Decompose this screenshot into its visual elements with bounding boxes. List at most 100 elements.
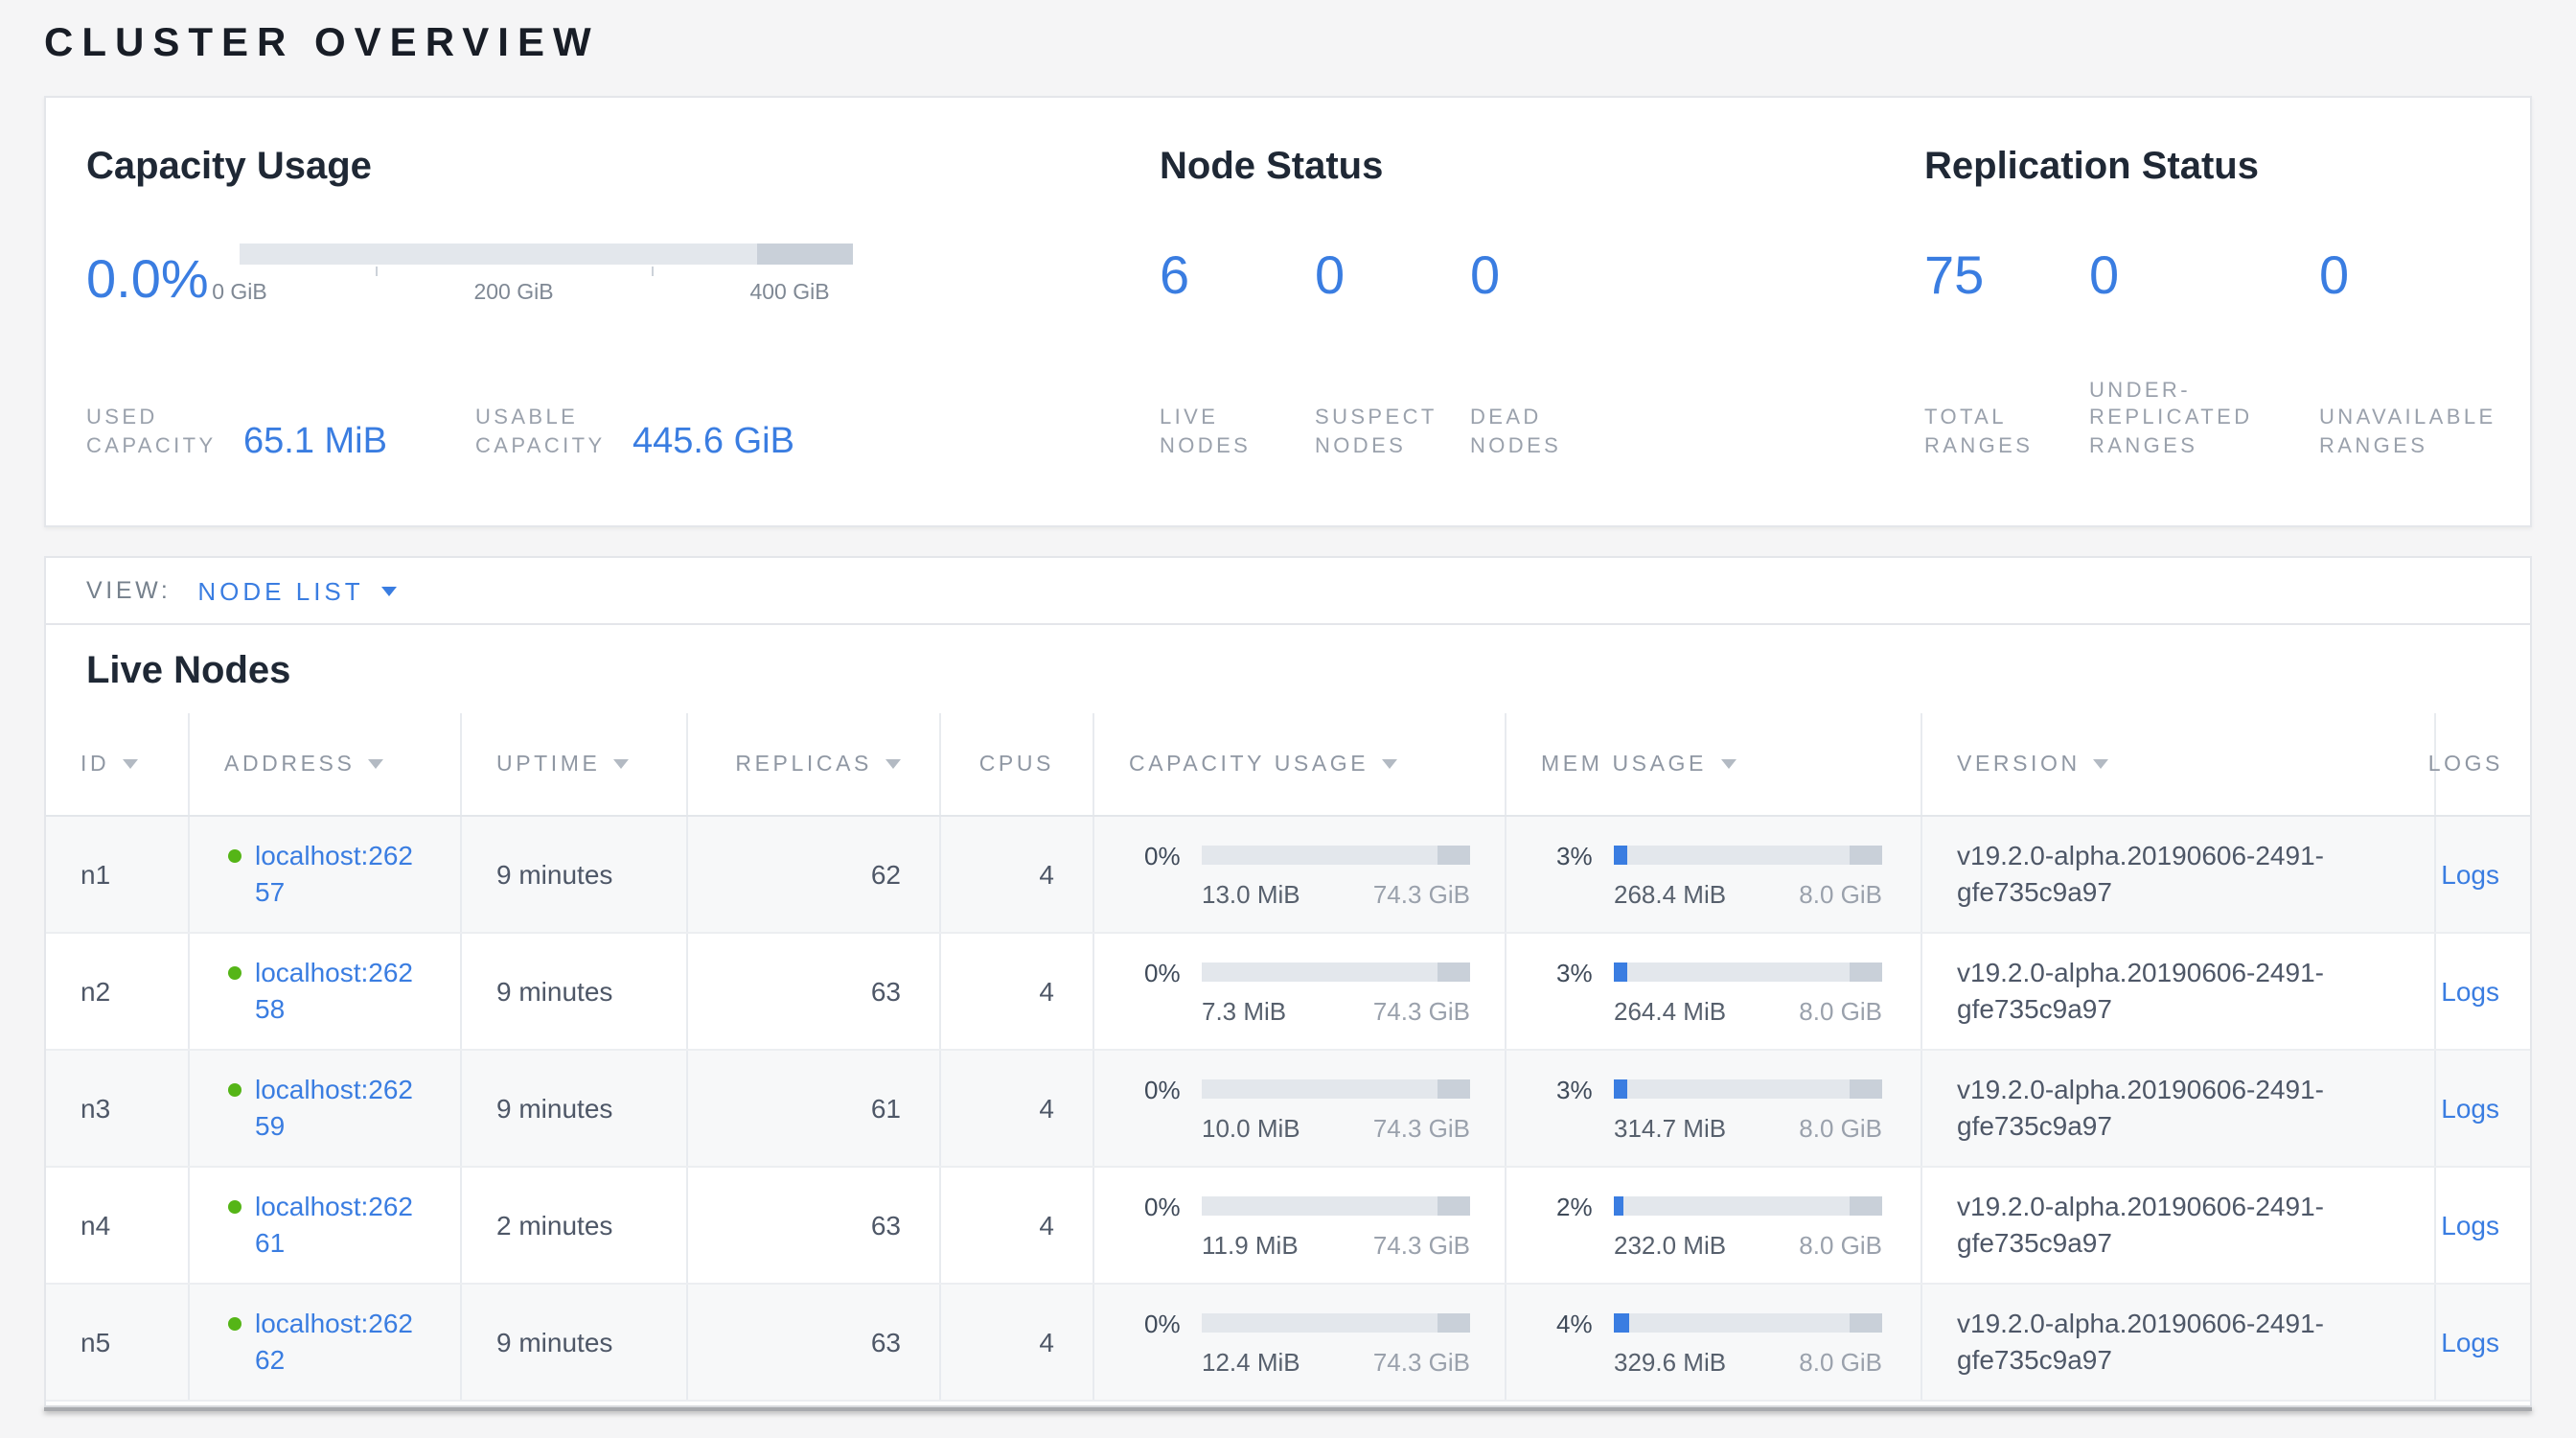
node-address-link[interactable]: localhost:26258 bbox=[255, 954, 427, 1029]
node-logs-cell: Logs bbox=[2436, 1051, 2530, 1166]
memory-meter-reserved bbox=[1850, 1313, 1882, 1333]
memory-meter-fill bbox=[1614, 846, 1626, 865]
node-uptime-cell: 2 minutes bbox=[462, 1168, 688, 1283]
logs-link[interactable]: Logs bbox=[2441, 1327, 2499, 1357]
node-address-link[interactable]: localhost:26259 bbox=[255, 1071, 427, 1146]
node-address-link[interactable]: localhost:26257 bbox=[255, 837, 427, 912]
capacity-meter-track bbox=[1202, 1313, 1470, 1333]
column-header-id[interactable]: ID bbox=[46, 713, 190, 815]
capacity-meter-track bbox=[1202, 846, 1470, 865]
capacity-usage-heading: Capacity Usage bbox=[86, 146, 1025, 190]
live-nodes-heading: Live Nodes bbox=[86, 648, 2530, 694]
node-health-icon bbox=[228, 1199, 242, 1213]
node-version-cell: v19.2.0-alpha.20190606-2491-gfe735c9a97 bbox=[1922, 817, 2436, 932]
node-capacity-cell: 0% 12.4 MiB 74.3 GiB bbox=[1094, 1285, 1506, 1400]
logs-link[interactable]: Logs bbox=[2441, 976, 2499, 1007]
capacity-bar-reserved-segment bbox=[757, 244, 853, 265]
node-health-icon bbox=[228, 848, 242, 862]
node-address-link[interactable]: localhost:26261 bbox=[255, 1188, 427, 1263]
view-dropdown[interactable]: NODE LIST bbox=[197, 576, 396, 605]
usable-capacity-value: 445.6 GiB bbox=[632, 424, 794, 460]
column-header-uptime[interactable]: UPTIME bbox=[462, 713, 688, 815]
column-header-version[interactable]: VERSION bbox=[1922, 713, 2436, 815]
column-header-capacity[interactable]: CAPACITY USAGE bbox=[1094, 713, 1506, 815]
node-uptime-cell: 9 minutes bbox=[462, 934, 688, 1049]
sort-caret-icon bbox=[614, 759, 630, 769]
memory-usage-meter: 3% 264.4 MiB 8.0 GiB bbox=[1556, 958, 1882, 1025]
node-logs-cell: Logs bbox=[2436, 817, 2530, 932]
live-nodes-value: 6 bbox=[1160, 244, 1315, 309]
view-selector-bar: VIEW: NODE LIST bbox=[44, 556, 2532, 625]
axis-tick bbox=[376, 267, 378, 276]
cluster-overview-page: CLUSTER OVERVIEW Capacity Usage 0.0% 0 G… bbox=[0, 0, 2576, 1438]
memory-meter-reserved bbox=[1850, 963, 1882, 982]
capacity-usage-section: Capacity Usage 0.0% 0 GiB 200 GiB 400 Gi… bbox=[86, 146, 1025, 460]
node-memory-cell: 3% 264.4 MiB 8.0 GiB bbox=[1506, 934, 1922, 1049]
sort-caret-icon bbox=[368, 759, 383, 769]
cluster-summary-card: Capacity Usage 0.0% 0 GiB 200 GiB 400 Gi… bbox=[44, 96, 2532, 527]
memory-meter-fill bbox=[1614, 963, 1626, 982]
node-uptime-cell: 9 minutes bbox=[462, 1285, 688, 1400]
node-address-link[interactable]: localhost:26262 bbox=[255, 1305, 427, 1380]
capacity-usage-meter: 0% 13.0 MiB 74.3 GiB bbox=[1144, 841, 1470, 908]
suspect-nodes-stat: 0 SUSPECT NODES bbox=[1315, 244, 1470, 460]
dead-nodes-label: DEAD NODES bbox=[1470, 405, 1593, 460]
capacity-bar-chart: 0 GiB 200 GiB 400 GiB bbox=[240, 244, 853, 314]
node-memory-cell: 3% 268.4 MiB 8.0 GiB bbox=[1506, 817, 1922, 932]
node-replicas-cell: 61 bbox=[688, 1051, 941, 1166]
sort-caret-icon bbox=[1382, 759, 1397, 769]
under-replicated-ranges-value: 0 bbox=[2089, 244, 2319, 309]
column-header-logs: LOGS bbox=[2436, 713, 2530, 815]
column-header-mem[interactable]: MEM USAGE bbox=[1506, 713, 1922, 815]
node-cpus-cell: 4 bbox=[941, 1168, 1094, 1283]
logs-link[interactable]: Logs bbox=[2441, 1210, 2499, 1241]
window-edge-shadow bbox=[44, 1407, 2532, 1411]
column-header-replicas[interactable]: REPLICAS bbox=[688, 713, 941, 815]
under-replicated-ranges-stat: 0 UNDER-REPLICATED RANGES bbox=[2089, 244, 2319, 460]
node-version-cell: v19.2.0-alpha.20190606-2491-gfe735c9a97 bbox=[1922, 1168, 2436, 1283]
capacity-meter-reserved bbox=[1438, 1313, 1470, 1333]
node-status-heading: Node Status bbox=[1160, 146, 1830, 190]
node-uptime-cell: 9 minutes bbox=[462, 817, 688, 932]
capacity-meter-reserved bbox=[1438, 963, 1470, 982]
used-capacity-value: 65.1 MiB bbox=[243, 424, 387, 460]
total-ranges-label: TOTAL RANGES bbox=[1924, 405, 2047, 460]
node-cpus-cell: 4 bbox=[941, 934, 1094, 1049]
axis-label: 0 GiB bbox=[212, 282, 267, 305]
memory-usage-meter: 4% 329.6 MiB 8.0 GiB bbox=[1556, 1309, 1882, 1376]
page-title: CLUSTER OVERVIEW bbox=[44, 21, 600, 67]
used-capacity-stat: USED CAPACITY 65.1 MiB bbox=[86, 405, 387, 460]
unavailable-ranges-value: 0 bbox=[2319, 244, 2534, 309]
node-id-cell: n3 bbox=[46, 1051, 190, 1166]
node-logs-cell: Logs bbox=[2436, 1285, 2530, 1400]
suspect-nodes-label: SUSPECT NODES bbox=[1315, 405, 1438, 460]
node-logs-cell: Logs bbox=[2436, 1168, 2530, 1283]
capacity-usage-meter: 0% 7.3 MiB 74.3 GiB bbox=[1144, 958, 1470, 1025]
node-replicas-cell: 63 bbox=[688, 1285, 941, 1400]
node-capacity-cell: 0% 13.0 MiB 74.3 GiB bbox=[1094, 817, 1506, 932]
capacity-meter-track bbox=[1202, 1196, 1470, 1216]
node-health-icon bbox=[228, 1082, 242, 1096]
memory-usage-meter: 3% 314.7 MiB 8.0 GiB bbox=[1556, 1075, 1882, 1142]
node-uptime-cell: 9 minutes bbox=[462, 1051, 688, 1166]
logs-link[interactable]: Logs bbox=[2441, 859, 2499, 890]
node-version-cell: v19.2.0-alpha.20190606-2491-gfe735c9a97 bbox=[1922, 1051, 2436, 1166]
column-header-address[interactable]: ADDRESS bbox=[190, 713, 462, 815]
column-header-cpus: CPUS bbox=[941, 713, 1094, 815]
usable-capacity-stat: USABLE CAPACITY 445.6 GiB bbox=[475, 405, 794, 460]
logs-link[interactable]: Logs bbox=[2441, 1093, 2499, 1124]
capacity-meter-track bbox=[1202, 1079, 1470, 1099]
live-nodes-stat: 6 LIVE NODES bbox=[1160, 244, 1315, 460]
capacity-bar-track bbox=[240, 244, 853, 265]
usable-capacity-label: USABLE CAPACITY bbox=[475, 405, 613, 460]
sort-caret-icon bbox=[886, 759, 901, 769]
capacity-percent: 0.0% bbox=[86, 246, 213, 312]
node-health-icon bbox=[228, 1316, 242, 1330]
capacity-meter-track bbox=[1202, 963, 1470, 982]
replication-status-section: Replication Status 75 TOTAL RANGES 0 UND… bbox=[1924, 146, 2534, 460]
node-capacity-cell: 0% 11.9 MiB 74.3 GiB bbox=[1094, 1168, 1506, 1283]
node-health-icon bbox=[228, 965, 242, 979]
memory-meter-fill bbox=[1614, 1313, 1629, 1333]
capacity-usage-meter: 0% 12.4 MiB 74.3 GiB bbox=[1144, 1309, 1470, 1376]
memory-meter-reserved bbox=[1850, 1079, 1882, 1099]
